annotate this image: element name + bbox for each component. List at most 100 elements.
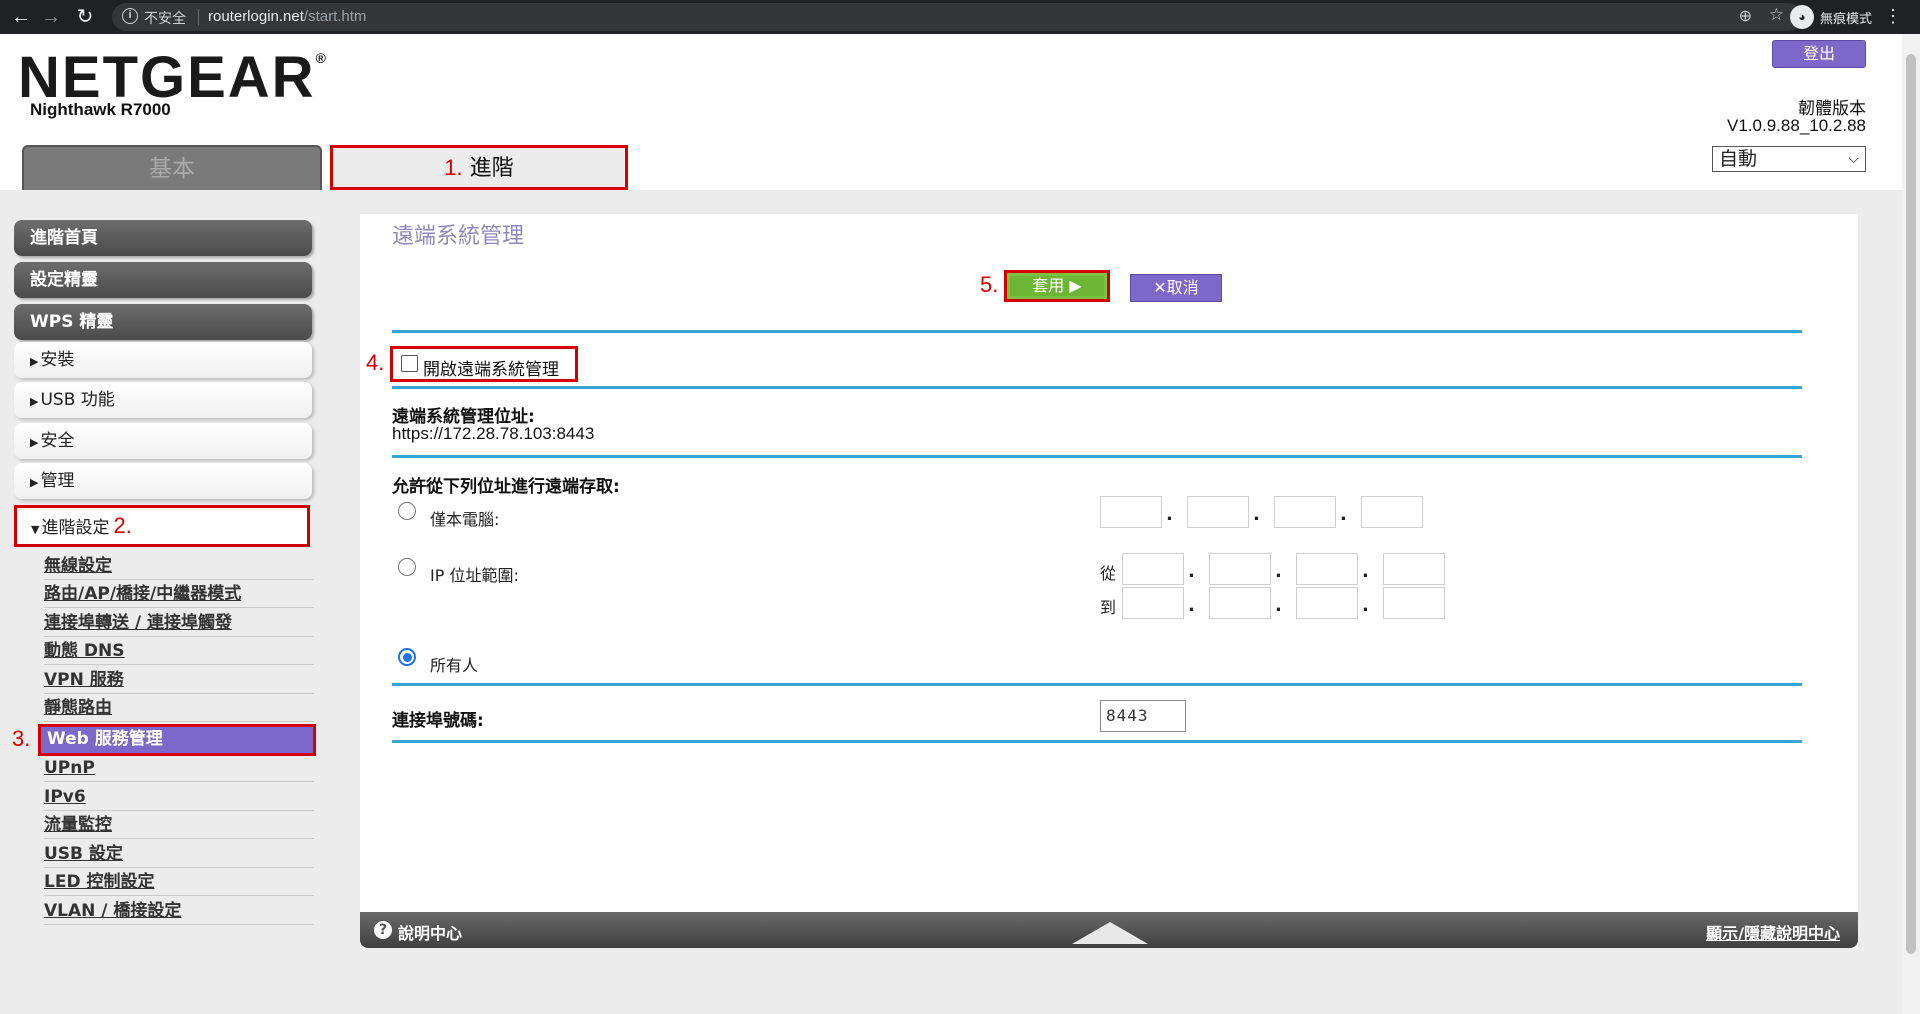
range-to-octet-3[interactable] [1296, 587, 1358, 619]
sub-link-web-services-active[interactable]: Web 服務管理 [38, 724, 316, 756]
single-ip-octet-4[interactable] [1361, 496, 1423, 528]
incognito-icon: ◕ [1790, 5, 1814, 29]
range-from-octet-4[interactable] [1383, 553, 1445, 585]
enable-remote-management[interactable]: 開啟遠端系統管理 [390, 346, 578, 382]
sidebar-advanced-home[interactable]: 進階首頁 [14, 220, 312, 256]
sidebar-wps-wizard[interactable]: WPS 精靈 [14, 304, 312, 340]
kebab-menu-icon[interactable]: ⋮ [1884, 6, 1902, 27]
apply-label: 套用 ▶ [1010, 276, 1104, 296]
sidebar-section-usb[interactable]: ▶ USB 功能 [14, 382, 312, 418]
divider [392, 386, 1802, 389]
help-question-icon[interactable]: ? [374, 921, 392, 939]
divider [392, 330, 1802, 333]
single-ip-octet-2[interactable] [1187, 496, 1249, 528]
ip-dot: . [1188, 561, 1195, 582]
radio-everyone[interactable] [398, 648, 416, 666]
tab-advanced-label: 進階 [469, 156, 514, 181]
step-marker-3: 3. [12, 726, 31, 751]
radio-ip-range[interactable] [398, 558, 416, 576]
ip-dot: . [1362, 561, 1369, 582]
sub-link-led-control[interactable]: LED 控制設定 [44, 868, 314, 896]
divider [392, 455, 1802, 458]
apply-button[interactable]: 套用 ▶ [1004, 270, 1110, 302]
radio-this-computer[interactable] [398, 502, 416, 520]
bookmark-star-icon[interactable]: ☆ [1769, 5, 1784, 25]
url-path: /start.htm [303, 8, 367, 25]
zoom-icon[interactable]: ⊕ [1739, 6, 1752, 26]
logout-button[interactable]: 登出 [1772, 40, 1866, 68]
single-ip-octet-3[interactable] [1274, 496, 1336, 528]
section-label: 安全 [40, 431, 75, 451]
range-to-octet-1[interactable] [1122, 587, 1184, 619]
toggle-help-link[interactable]: 顯示/隱藏說明中心 [1706, 920, 1840, 944]
sidebar-section-advanced-setup[interactable]: ▼ 進階設定 2. [14, 505, 310, 547]
sub-link-traffic-meter[interactable]: 流量監控 [44, 811, 314, 839]
sub-link-ipv6[interactable]: IPv6 [44, 783, 314, 811]
sub-link-dynamic-dns[interactable]: 動態 DNS [44, 637, 314, 665]
back-arrow-icon[interactable]: ← [8, 5, 34, 29]
allow-access-label: 允許從下列位址進行遠端存取: [392, 477, 620, 497]
radio-ip-range-label: IP 位址範圍: [430, 566, 519, 585]
sub-link-vpn[interactable]: VPN 服務 [44, 666, 314, 694]
language-selected: 自動 [1719, 148, 1758, 170]
range-from-octet-1[interactable] [1122, 553, 1184, 585]
range-from-label: 從 [1100, 564, 1117, 583]
firmware-version: V1.0.9.88_10.2.88 [1727, 116, 1866, 135]
tab-advanced[interactable]: 1. 進階 [330, 145, 628, 190]
tab-basic[interactable]: 基本 [22, 145, 322, 190]
sub-link-static-routes[interactable]: 靜態路由 [44, 694, 314, 722]
url-host: routerlogin.net [208, 8, 304, 25]
triangle-right-icon: ▶ [30, 355, 39, 368]
step-marker-5: 5. [980, 272, 999, 297]
range-from-octet-2[interactable] [1209, 553, 1271, 585]
cancel-button[interactable]: ✕取消 [1130, 274, 1222, 302]
ip-dot: . [1166, 504, 1173, 525]
sidebar-section-admin[interactable]: ▶ 管理 [14, 463, 312, 499]
address-bar[interactable]: i 不安全 routerlogin.net/start.htm ⊕ ☆ [112, 3, 1802, 31]
scrollbar-thumb[interactable] [1906, 54, 1916, 954]
page-scrollbar[interactable] [1902, 34, 1920, 1014]
section-label: 管理 [40, 471, 75, 491]
range-to-octet-2[interactable] [1209, 587, 1271, 619]
omnibox-divider [198, 9, 199, 25]
forward-arrow-icon[interactable]: → [38, 5, 64, 29]
page-title: 遠端系統管理 [392, 224, 525, 249]
enable-remote-checkbox[interactable] [401, 355, 418, 372]
sub-link-upnp[interactable]: UPnP [44, 754, 314, 782]
expand-help-arrow-icon[interactable] [1072, 922, 1148, 944]
step-marker-4: 4. [366, 350, 385, 375]
info-icon[interactable]: i [122, 8, 138, 24]
sub-link-port-forwarding[interactable]: 連接埠轉送 / 連接埠觸發 [44, 609, 314, 637]
incognito-label: 無痕模式 [1820, 11, 1873, 26]
chevron-down-icon: ⌵ [1848, 151, 1859, 167]
sub-link-router-mode[interactable]: 路由/AP/橋接/中繼器模式 [44, 580, 314, 608]
range-to-octet-4[interactable] [1383, 587, 1445, 619]
sidebar-section-setup[interactable]: ▶ 安裝 [14, 342, 312, 378]
radio-this-computer-label: 僅本電腦: [430, 510, 500, 529]
insecure-label: 不安全 [144, 10, 186, 26]
registered-icon: ® [315, 50, 328, 66]
radio-everyone-label: 所有人 [430, 656, 479, 675]
ip-dot: . [1275, 595, 1282, 616]
step-marker-2: 2. [113, 513, 132, 538]
step-marker-1: 1. [444, 155, 463, 180]
reload-icon[interactable]: ↻ [72, 5, 98, 29]
range-from-octet-3[interactable] [1296, 553, 1358, 585]
sidebar-setup-wizard[interactable]: 設定精靈 [14, 262, 312, 298]
divider [392, 683, 1802, 686]
ip-dot: . [1188, 595, 1195, 616]
ip-dot: . [1253, 504, 1260, 525]
port-number-input[interactable]: 8443 [1100, 700, 1186, 732]
help-center-label[interactable]: 說明中心 [398, 920, 462, 944]
ip-dot: . [1275, 561, 1282, 582]
language-select[interactable]: 自動 ⌵ [1712, 146, 1866, 172]
sub-link-vlan-bridge[interactable]: VLAN / 橋接設定 [44, 897, 314, 925]
url-text[interactable]: routerlogin.net/start.htm [208, 8, 366, 25]
single-ip-octet-1[interactable] [1100, 496, 1162, 528]
triangle-right-icon: ▶ [30, 476, 39, 489]
sub-link-wireless[interactable]: 無線設定 [44, 552, 314, 580]
remote-address-value: https://172.28.78.103:8443 [392, 424, 595, 443]
sub-link-usb-settings[interactable]: USB 設定 [44, 840, 314, 868]
triangle-right-icon: ▶ [30, 395, 39, 408]
sidebar-section-security[interactable]: ▶ 安全 [14, 423, 312, 459]
